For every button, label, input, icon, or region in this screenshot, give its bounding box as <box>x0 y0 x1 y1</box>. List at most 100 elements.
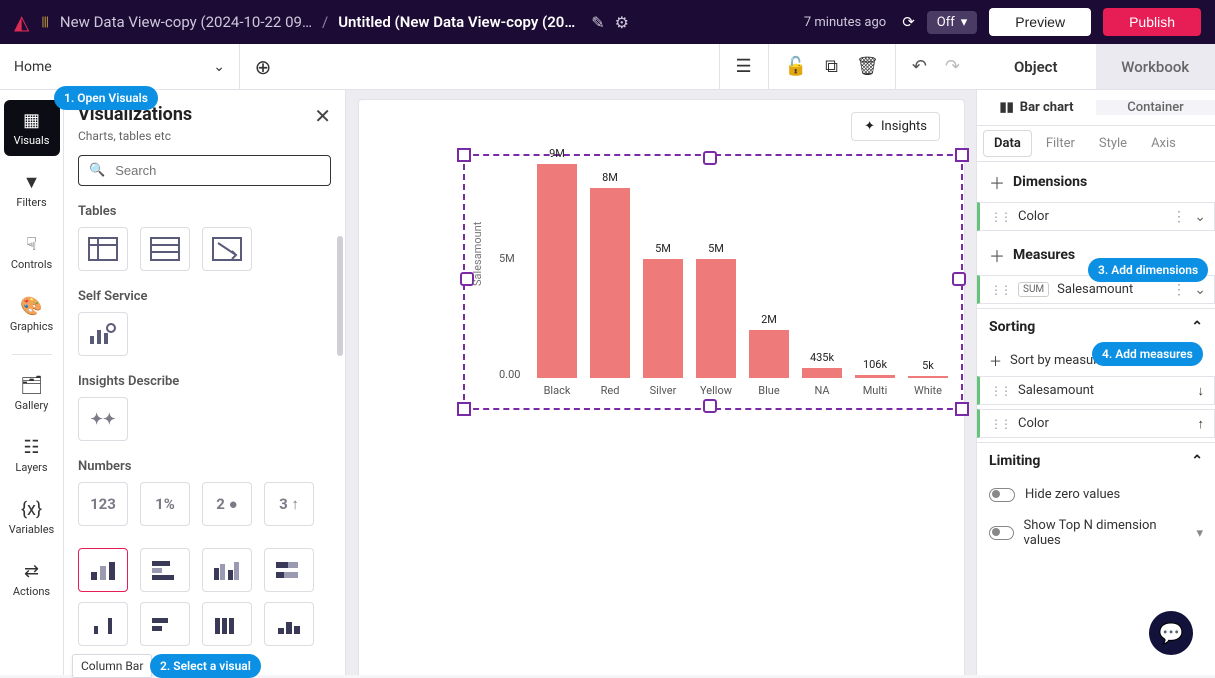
tile-number-trend[interactable]: 3 ↑ <box>264 482 314 526</box>
toggle-icon <box>989 488 1015 502</box>
rail-filters[interactable]: ▼ Filters <box>4 162 60 218</box>
tile-number-dot[interactable]: 2 ● <box>202 482 252 526</box>
tab-style[interactable]: Style <box>1089 131 1137 156</box>
resize-handle[interactable] <box>955 148 969 162</box>
hide-zero-toggle[interactable]: Hide zero values <box>977 479 1215 510</box>
tile-number-123[interactable]: 123 <box>78 482 128 526</box>
kebab-icon[interactable]: ⋮ <box>1172 282 1186 298</box>
dimension-chip[interactable]: ⋮⋮ Color ⋮ ⌄ <box>977 202 1215 231</box>
palette-icon: 🎨 <box>20 296 42 317</box>
resize-handle[interactable] <box>457 148 471 162</box>
gear-icon[interactable]: ⚙ <box>615 13 629 32</box>
list-icon[interactable]: ||| <box>41 15 48 30</box>
tile-bar-h[interactable] <box>140 548 190 592</box>
preview-button[interactable]: Preview <box>989 8 1091 36</box>
trash-icon[interactable]: 🗑 <box>856 56 879 77</box>
breadcrumb-parent[interactable]: New Data View-copy (2024-10-22 09… <box>60 13 312 31</box>
redo-button[interactable]: ↷ <box>945 56 960 77</box>
refresh-icon[interactable]: ⟳ <box>902 13 915 31</box>
plus-icon[interactable]: ＋ <box>989 170 1005 194</box>
chat-icon: 💬 <box>1159 621 1184 645</box>
undo-button[interactable]: ↶ <box>912 56 927 77</box>
chat-fab[interactable]: 💬 <box>1149 611 1193 655</box>
rail-label: Actions <box>13 585 50 598</box>
close-icon[interactable]: ✕ <box>314 104 331 128</box>
sort-chip[interactable]: ⋮⋮ Salesamount ↓ <box>977 376 1215 405</box>
layers-tool[interactable]: ☰ <box>719 44 768 89</box>
tile-dense-cols[interactable] <box>202 602 252 646</box>
chart-selection[interactable]: Salesamount 5M 0.00 9M8M5M5M2M435k106k5k… <box>463 154 963 410</box>
right-panel-tabs: Object Workbook <box>976 44 1215 89</box>
tab-axis[interactable]: Axis <box>1141 131 1186 156</box>
chip-label: Salesamount <box>1057 282 1133 297</box>
tile-column-bar[interactable] <box>78 548 128 592</box>
chevron-down-icon[interactable]: ⌄ <box>1194 282 1206 298</box>
subtab-container[interactable]: Container <box>1096 100 1215 115</box>
tile-self-service[interactable] <box>78 312 128 356</box>
canvas[interactable]: ✦ Insights Salesamount 5M 0.00 9M8M5M5M2… <box>346 90 976 675</box>
canvas-page[interactable]: ✦ Insights Salesamount 5M 0.00 9M8M5M5M2… <box>359 100 964 675</box>
publish-button[interactable]: Publish <box>1103 8 1201 36</box>
tile-stacked-h[interactable] <box>264 548 314 592</box>
bar: 5k <box>908 376 948 378</box>
x-axis-label: Yellow <box>691 384 741 397</box>
tile-insights[interactable]: ✦✦ <box>78 397 128 441</box>
grip-icon[interactable]: ⋮⋮ <box>990 384 1010 398</box>
tile-bar-sparse[interactable] <box>78 602 128 646</box>
grip-icon[interactable]: ⋮⋮ <box>990 210 1010 224</box>
limiting-section[interactable]: Limiting ⌃ <box>977 442 1215 479</box>
grip-icon[interactable]: ⋮⋮ <box>990 417 1010 431</box>
grip-icon[interactable]: ⋮⋮ <box>990 283 1010 297</box>
sort-asc-icon[interactable]: ↑ <box>1198 416 1205 432</box>
rail-variables[interactable]: {x} Variables <box>4 489 60 545</box>
tile-table[interactable] <box>78 227 128 271</box>
sort-chip[interactable]: ⋮⋮ Color ↑ <box>977 409 1215 438</box>
sorting-section[interactable]: Sorting ⌃ <box>977 308 1215 345</box>
kebab-icon[interactable]: ⋮ <box>1172 209 1186 225</box>
tile-step[interactable] <box>264 602 314 646</box>
tooltip-column-bar: Column Bar <box>72 654 152 678</box>
search-input-wrap[interactable]: 🔍 <box>78 155 331 186</box>
section-numbers: Numbers <box>78 459 331 474</box>
page-selector[interactable]: Home ⌄ <box>0 44 240 89</box>
plus-icon[interactable]: ＋ <box>989 243 1005 267</box>
rail-label: Visuals <box>14 134 50 147</box>
rail-controls[interactable]: ☟ Controls <box>4 224 60 280</box>
state-dropdown[interactable]: Off ▾ <box>927 11 978 34</box>
resize-handle[interactable] <box>955 402 969 416</box>
resize-handle[interactable] <box>952 272 966 286</box>
tile-table-alt[interactable] <box>140 227 190 271</box>
duplicate-icon[interactable]: ⧉ <box>825 56 838 77</box>
tab-data[interactable]: Data <box>983 130 1032 157</box>
lock-icon[interactable]: 🔓 <box>785 56 807 77</box>
breadcrumb-current[interactable]: Untitled (New Data View-copy (20… <box>338 13 575 31</box>
scrollbar[interactable] <box>337 236 343 356</box>
tile-number-pct[interactable]: 1% <box>140 482 190 526</box>
rail-graphics[interactable]: 🎨 Graphics <box>4 286 60 342</box>
aggregation-badge: SUM <box>1018 282 1049 297</box>
resize-handle[interactable] <box>703 399 717 413</box>
chip-label: Color <box>1018 416 1049 431</box>
tab-filter[interactable]: Filter <box>1036 131 1085 156</box>
tile-bar-h2[interactable] <box>140 602 190 646</box>
tab-workbook[interactable]: Workbook <box>1096 44 1215 89</box>
chevron-down-icon[interactable]: ⌄ <box>1194 209 1206 225</box>
tile-grouped[interactable] <box>202 548 252 592</box>
rail-gallery[interactable]: 🗂 Gallery <box>4 365 60 421</box>
rail-actions[interactable]: ⇄ Actions <box>4 551 60 607</box>
insights-label: Insights <box>881 119 927 134</box>
sort-desc-icon[interactable]: ↓ <box>1198 383 1205 399</box>
tile-pivot[interactable] <box>202 227 252 271</box>
search-input[interactable] <box>113 162 320 179</box>
barchart-icon: ▮▮ <box>999 100 1013 115</box>
add-page-button[interactable]: ⊕ <box>240 44 286 89</box>
edit-icon[interactable]: ✎ <box>591 13 604 32</box>
show-topn-toggle[interactable]: Show Top N dimension values ▾ <box>977 510 1215 556</box>
insights-button[interactable]: ✦ Insights <box>851 112 940 141</box>
subtab-barchart[interactable]: ▮▮ Bar chart <box>977 100 1096 115</box>
tab-object[interactable]: Object <box>976 44 1096 89</box>
resize-handle[interactable] <box>457 402 471 416</box>
rail-layers[interactable]: ☷ Layers <box>4 427 60 483</box>
rail-visuals[interactable]: ▦ Visuals <box>4 100 60 156</box>
app-logo[interactable]: ◭ <box>14 10 29 34</box>
